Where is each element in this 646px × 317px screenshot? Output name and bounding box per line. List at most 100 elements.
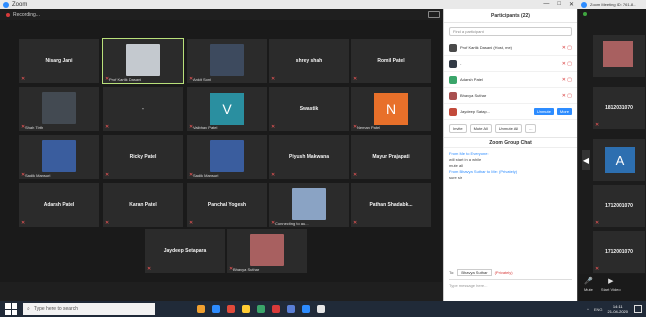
participant-tile[interactable]: Jaydeep Setapara ✕ [144,228,226,274]
avatar [449,91,457,100]
participant-row[interactable]: Prof Kartik Dasani (Host, me) ✕ ▢ [444,40,577,56]
secondary-title-bar: Zoom Meeting ID: 761-8... [578,0,646,9]
participant-label: Vaibhav Patel [193,125,218,130]
recording-label: Recording... [13,12,40,18]
language-indicator[interactable]: ENG [594,307,603,312]
taskbar-app-icon[interactable] [317,305,325,313]
taskbar-apps [197,305,325,313]
muted-mic-icon: ✕ [595,220,600,226]
participant-tile[interactable]: - ✕ [102,86,184,132]
participant-search-input[interactable]: Find a participant [449,27,572,36]
mute-button[interactable]: 🎤 Mute [584,277,593,298]
chat-title: Zoom Group Chat [444,138,577,148]
secondary-zoom-window: Zoom Meeting ID: 761-8... 1812031070 ✕ A… [578,0,646,301]
windows-taskbar: ⌕ Type here to search ^ ENG 14:11 21-04-… [0,301,646,317]
mute-all-button[interactable]: Mute All [469,124,492,133]
taskbar-app-icon[interactable] [197,305,205,313]
gallery-view-button[interactable] [428,11,440,18]
participant-tile[interactable]: ✕ Ankit Soni [186,38,268,84]
muted-mic-icon: ✕ [21,76,26,82]
participant-tile[interactable]: Ricky Patel ✕ [102,134,184,180]
participant-tile[interactable]: ✕ Prof Kartik Dasani [102,38,184,84]
tray-chevron-icon[interactable]: ^ [587,307,589,312]
participant-list: Prof Kartik Dasani (Host, me) ✕ ▢ - ✕ ▢ Adar… [444,40,577,120]
participant-tile[interactable]: Karan Patel ✕ [102,182,184,228]
participant-video [250,234,284,266]
participant-tile[interactable]: V ✕ Vaibhav Patel [186,86,268,132]
secondary-tile: 1812031070 ✕ [592,86,646,130]
participant-tile[interactable]: ✕ Bhavya Suthar [226,228,308,274]
secondary-window-title: Zoom Meeting ID: 761-8... [590,2,637,7]
participant-tile[interactable]: Panchal Yogesh ✕ [186,182,268,228]
participant-name: Jaydeep Setapara [163,248,207,254]
tile-name: 1812031070 [605,105,633,111]
taskbar-app-icon[interactable] [242,305,250,313]
participant-tile[interactable]: Pathan Shadabk... ✕ [350,182,432,228]
previous-page-arrow-icon[interactable]: ◀ [582,150,590,170]
clock[interactable]: 14:11 21-04-2020 [608,304,628,314]
participant-name: Swastik [299,106,319,112]
maximize-button[interactable]: □ [557,1,561,8]
secondary-tile: 1712001070 ✕ [592,184,646,228]
more-button[interactable]: More [556,108,572,115]
more-options-button[interactable]: ... [525,124,537,133]
meeting-toolbar [0,282,442,301]
taskbar-app-icon[interactable] [257,305,265,313]
avatar [449,59,457,68]
microphone-icon: 🎤 [584,278,593,285]
participant-tile[interactable]: N ✕ Neman Patel [350,86,432,132]
participant-tile[interactable]: Nisarg Jani ✕ [18,38,100,84]
participant-row-name: Jaydeep Satap... [460,109,491,114]
participant-tile[interactable]: shrey shah ✕ [268,38,350,84]
start-button-windows-icon[interactable] [5,303,17,315]
taskbar-app-icon[interactable] [302,305,310,313]
participant-label: Connecting to au... [275,221,309,226]
participant-label: Ankit Soni [193,77,212,82]
taskbar-app-icon[interactable] [272,305,280,313]
participant-row[interactable]: Jaydeep Satap... Unmute More [444,104,577,120]
start-video-button[interactable]: ▶ Start Video [601,277,621,298]
muted-mic-icon: ✕ [105,220,110,226]
minimize-button[interactable]: — [543,1,549,8]
close-button[interactable]: ✕ [569,1,574,8]
participant-tile[interactable]: Adarsh Patel ✕ [18,182,100,228]
notification-icon[interactable] [634,305,642,313]
participant-label: Shah Tirth [25,125,44,130]
muted-status-icon: ✕ ▢ [561,44,572,51]
unmute-button[interactable]: Unmute [533,108,554,115]
secondary-tile [592,34,646,78]
secondary-status [583,12,587,16]
screen: Zoom — □ ✕ Recording... Nisarg Jani ✕ ✕ Pro… [0,0,646,317]
taskbar-app-icon[interactable] [212,305,220,313]
chat-messages: From Me to Everyone: will start in a whi… [444,148,577,184]
participant-row[interactable]: Adarsh Patel ✕ ▢ [444,72,577,88]
participant-label: Prof Kartik Dasani [109,77,142,82]
participant-video [42,140,76,172]
taskbar-app-icon[interactable] [287,305,295,313]
participant-row[interactable]: Bhavya Suthar ✕ ▢ [444,88,577,104]
muted-mic-icon: ✕ [271,76,276,82]
privately-label: (Privately) [494,270,513,275]
participant-video [42,92,76,124]
participant-tile[interactable]: Swastik ✕ [268,86,350,132]
participant-row[interactable]: - ✕ ▢ [444,56,577,72]
unmute-all-button[interactable]: Unmute All [494,124,523,133]
gallery-view: Nisarg Jani ✕ ✕ Prof Kartik Dasani ✕ Ankit So… [0,20,442,282]
recipient-select[interactable]: Bhavya Suthar [457,269,492,276]
to-label: To: [449,270,455,275]
participant-tile[interactable]: ✕ Shah Tirth [18,86,100,132]
taskbar-app-icon[interactable] [227,305,235,313]
participant-name: Ricky Patel [129,154,157,160]
participant-tile[interactable]: ✕ Sadik Mansuri [186,134,268,180]
participant-tile[interactable]: Romil Patel ✕ [350,38,432,84]
muted-mic-icon: ✕ [595,122,600,128]
participant-name: Piyush Makwana [288,154,329,160]
mute-label: Mute [584,287,593,292]
participant-tile[interactable]: ✕ Connecting to au... [268,182,350,228]
participant-tile[interactable]: Mayur Prajapati ✕ [350,134,432,180]
invite-button[interactable]: Invite [449,124,467,133]
taskbar-search-input[interactable]: ⌕ Type here to search [23,303,155,315]
participant-tile[interactable]: ✕ Sadik Mansuri [18,134,100,180]
participant-tile[interactable]: Piyush Makwana ✕ [268,134,350,180]
chat-message-input[interactable]: Type message here... [449,279,572,293]
